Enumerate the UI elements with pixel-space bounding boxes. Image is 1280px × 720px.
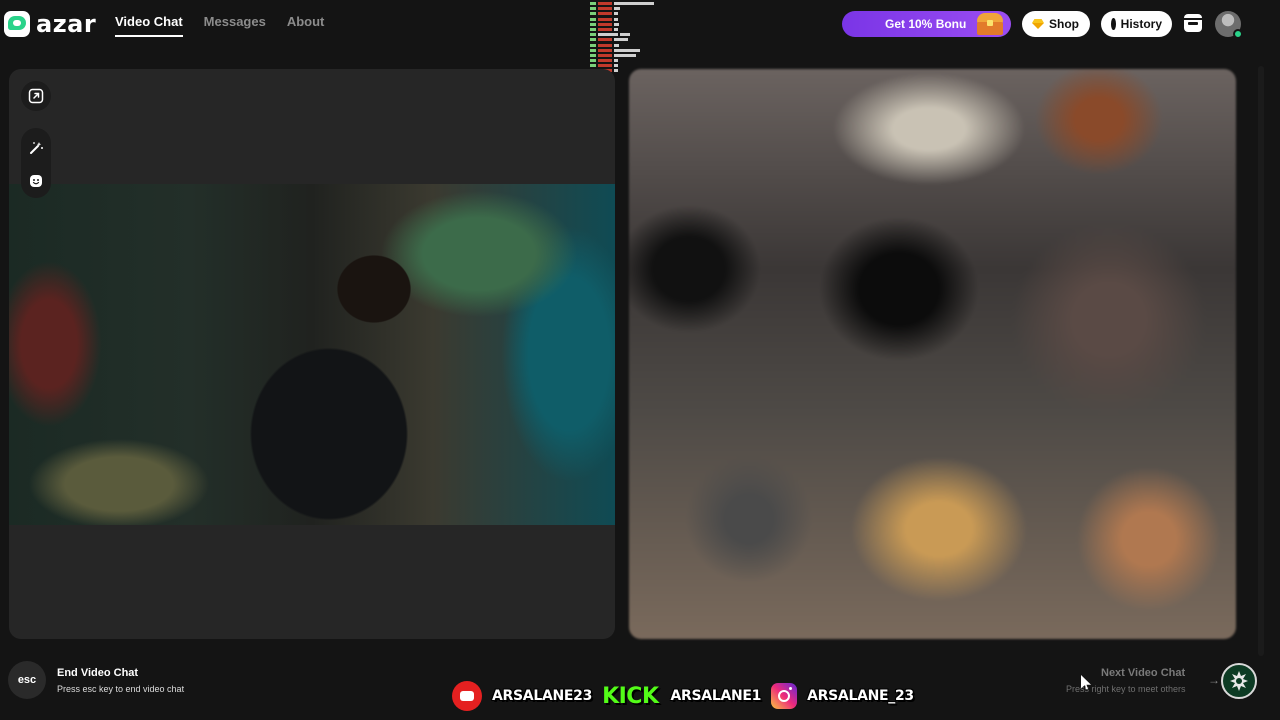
self-video-panel bbox=[9, 69, 615, 639]
nav-video-chat[interactable]: Video Chat bbox=[115, 14, 183, 37]
magic-wand-button[interactable] bbox=[21, 133, 51, 163]
youtube-handle: ARSALANE23 bbox=[492, 688, 593, 704]
expand-button[interactable] bbox=[21, 81, 51, 111]
magic-wand-icon bbox=[30, 142, 43, 154]
nav-messages[interactable]: Messages bbox=[204, 14, 266, 37]
inbox-icon[interactable] bbox=[1184, 14, 1202, 32]
get-bonus-button[interactable]: Get 10% Bonu bbox=[842, 11, 1011, 37]
logo-text: azar bbox=[36, 10, 97, 38]
user-avatar[interactable] bbox=[1215, 11, 1243, 39]
face-sticker-icon bbox=[30, 175, 42, 187]
self-camera-feed bbox=[9, 184, 615, 525]
expand-icon bbox=[28, 88, 44, 104]
chat-bubble-icon bbox=[4, 11, 30, 37]
partner-video-panel bbox=[629, 69, 1236, 639]
next-chat-title[interactable]: Next Video Chat bbox=[1101, 667, 1185, 679]
kick-handle: ARSALANE1 bbox=[670, 688, 762, 704]
streamer-emblem-logo bbox=[1221, 663, 1257, 699]
streamer-socials-overlay: ARSALANE23 KICK ARSALANE1 ARSALANE_23 bbox=[452, 681, 914, 711]
end-chat-title[interactable]: End Video Chat bbox=[57, 667, 138, 679]
azar-logo[interactable]: azar bbox=[4, 11, 96, 37]
instagram-handle: ARSALANE_23 bbox=[807, 688, 914, 704]
history-label: History bbox=[1120, 17, 1162, 31]
end-chat-hint: Press esc key to end video chat bbox=[57, 684, 185, 694]
kick-logo: KICK bbox=[602, 683, 659, 709]
instagram-icon bbox=[771, 683, 798, 709]
face-sticker-button[interactable] bbox=[21, 166, 51, 196]
history-button[interactable]: History bbox=[1101, 11, 1172, 37]
gem-icon bbox=[1032, 19, 1044, 29]
end-chat-key-button[interactable]: esc bbox=[8, 661, 46, 699]
main-nav: Video Chat Messages About bbox=[115, 14, 324, 37]
effects-toolbar bbox=[21, 128, 51, 198]
youtube-icon bbox=[452, 681, 482, 711]
online-status-dot bbox=[1233, 29, 1243, 39]
top-bar: azar Video Chat Messages About Get 10% B… bbox=[0, 0, 1280, 73]
shop-label: Shop bbox=[1049, 17, 1079, 31]
nav-about[interactable]: About bbox=[287, 14, 325, 37]
emblem-icon bbox=[1230, 671, 1248, 691]
bonus-label: Get 10% Bonu bbox=[885, 17, 967, 31]
shop-button[interactable]: Shop bbox=[1022, 11, 1090, 37]
clock-icon bbox=[1111, 18, 1118, 30]
treasure-chest-icon bbox=[975, 12, 1005, 36]
scrollbar[interactable] bbox=[1258, 66, 1264, 656]
